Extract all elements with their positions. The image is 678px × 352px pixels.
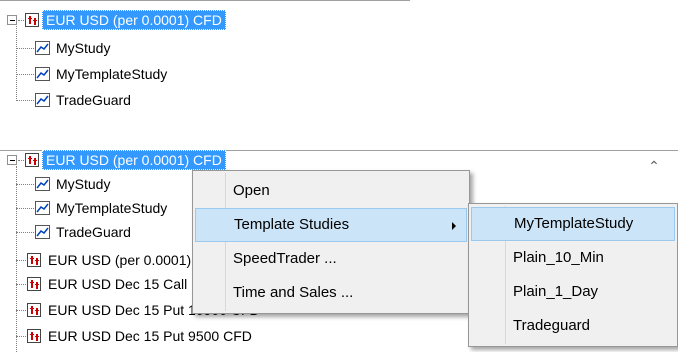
tree-connector	[16, 48, 34, 49]
submenu-item-tradeguard[interactable]: Tradeguard	[471, 309, 675, 343]
menu-item-label: Time and Sales ...	[233, 284, 354, 301]
menu-item-speedtrader[interactable]: SpeedTrader ...	[195, 242, 467, 276]
tree-connector	[16, 208, 34, 209]
study-chart-icon	[35, 41, 50, 55]
tree-connector	[16, 310, 26, 311]
submenu-arrow-icon	[452, 222, 456, 230]
instrument-icon	[27, 329, 41, 343]
tree-connector	[16, 232, 34, 233]
tree-connector	[16, 336, 26, 337]
tree-item-study[interactable]: MyTemplateStudy	[56, 64, 167, 84]
tree-connector	[16, 184, 34, 185]
menu-item-label: Plain_10_Min	[513, 249, 604, 266]
instrument-icon	[27, 253, 41, 267]
submenu-item-plain-10-min[interactable]: Plain_10_Min	[471, 241, 675, 275]
study-chart-icon	[35, 225, 50, 239]
menu-item-label: MyTemplateStudy	[514, 215, 634, 232]
template-studies-submenu: MyTemplateStudy Plain_10_Min Plain_1_Day…	[468, 203, 678, 347]
instrument-icon	[27, 277, 41, 291]
menu-item-time-and-sales[interactable]: Time and Sales ...	[195, 276, 467, 310]
tree-connector	[16, 26, 17, 101]
tree-connector	[16, 74, 34, 75]
instrument-icon	[25, 153, 39, 167]
tree-item-study[interactable]: TradeGuard	[56, 222, 131, 242]
menu-item-label: Template Studies	[234, 216, 350, 233]
menu-item-label: Tradeguard	[513, 317, 590, 334]
context-menu: Open Template Studies SpeedTrader ... Ti…	[192, 170, 470, 314]
instrument-tree-top: EUR USD (per 0.0001) CFD MyStudy MyTempl…	[0, 0, 678, 120]
menu-item-template-studies[interactable]: Template Studies	[195, 208, 467, 242]
tree-connector	[16, 284, 26, 285]
study-chart-icon	[35, 93, 50, 107]
study-chart-icon	[35, 201, 50, 215]
tree-item-study[interactable]: TradeGuard	[56, 90, 131, 110]
tree-connector	[16, 100, 34, 101]
menu-item-label: Plain_1_Day	[513, 283, 599, 300]
collapse-toggle[interactable]	[7, 155, 17, 165]
tree-item-study[interactable]: MyStudy	[56, 174, 110, 194]
collapse-toggle[interactable]	[7, 15, 17, 25]
tree-item-root[interactable]: EUR USD (per 0.0001) CFD	[42, 10, 226, 30]
submenu-item-mytemplatestudy[interactable]: MyTemplateStudy	[471, 207, 675, 241]
submenu-item-plain-1-day[interactable]: Plain_1_Day	[471, 275, 675, 309]
study-chart-icon	[35, 67, 50, 81]
tree-item-instrument[interactable]: EUR USD Dec 15 Put 9500 CFD	[48, 326, 252, 346]
menu-item-label: SpeedTrader ...	[233, 250, 337, 267]
instrument-icon	[25, 13, 39, 27]
menu-item-open[interactable]: Open	[195, 174, 467, 208]
tree-item-study[interactable]: MyTemplateStudy	[56, 198, 167, 218]
instrument-icon	[27, 303, 41, 317]
tree-connector	[16, 166, 17, 352]
tree-item-root[interactable]: EUR USD (per 0.0001) CFD	[42, 150, 226, 170]
menu-item-label: Open	[233, 182, 270, 199]
study-chart-icon	[35, 177, 50, 191]
tree-connector	[16, 260, 26, 261]
tree-item-study[interactable]: MyStudy	[56, 38, 110, 58]
